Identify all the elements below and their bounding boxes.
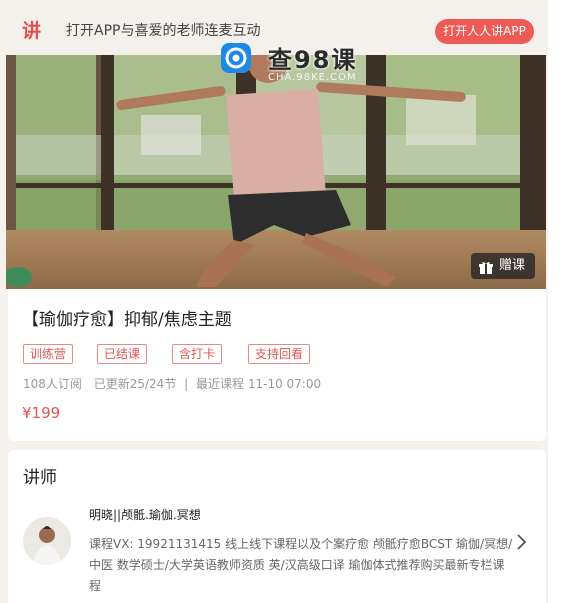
latest-lesson-time: 最近课程 11-10 07:00	[196, 377, 322, 391]
teacher-name: 明晓||颅骶.瑜伽.冥想	[89, 508, 201, 522]
course-meta: 108人订阅 已更新25/24节 | 最近课程 11-10 07:00	[23, 376, 321, 392]
teacher-section-title: 讲师	[23, 468, 57, 488]
course-title: 【瑜伽疗愈】抑郁/焦虑主题	[22, 310, 232, 330]
course-price: ¥199	[22, 404, 61, 422]
subscriber-count: 108人订阅	[23, 377, 82, 391]
update-progress: 已更新25/24节	[93, 377, 177, 391]
tag-camp: 训练营	[23, 344, 74, 364]
watermark-logo-icon	[221, 43, 251, 73]
tag-finished: 已结课	[97, 344, 148, 364]
open-app-button[interactable]: 打开人人讲APP	[435, 19, 534, 44]
course-cover-image[interactable]	[6, 55, 546, 289]
tag-checkin: 含打卡	[172, 344, 223, 364]
scroll-strip	[548, 0, 572, 603]
tag-replay: 支持回看	[248, 344, 311, 364]
yoga-photo	[6, 55, 546, 289]
teacher-bio: 课程VX: 19921131415 线上线下课程以及个案疗愈 颅骶疗愈BCST …	[89, 537, 513, 593]
banner-text: 打开APP与喜爱的老师连麦互动	[66, 23, 261, 39]
teacher-avatar[interactable]	[23, 517, 71, 565]
gift-icon	[479, 259, 493, 285]
chevron-right-icon[interactable]	[516, 533, 528, 555]
watermark-title: 查98课	[268, 46, 358, 74]
meta-separator: |	[184, 377, 189, 391]
app-logo-icon: 讲	[22, 20, 42, 42]
gift-label: 赠课	[499, 258, 526, 273]
watermark-url: CHA.98KE.COM	[268, 72, 357, 83]
gift-course-button[interactable]: 赠课	[471, 253, 535, 279]
